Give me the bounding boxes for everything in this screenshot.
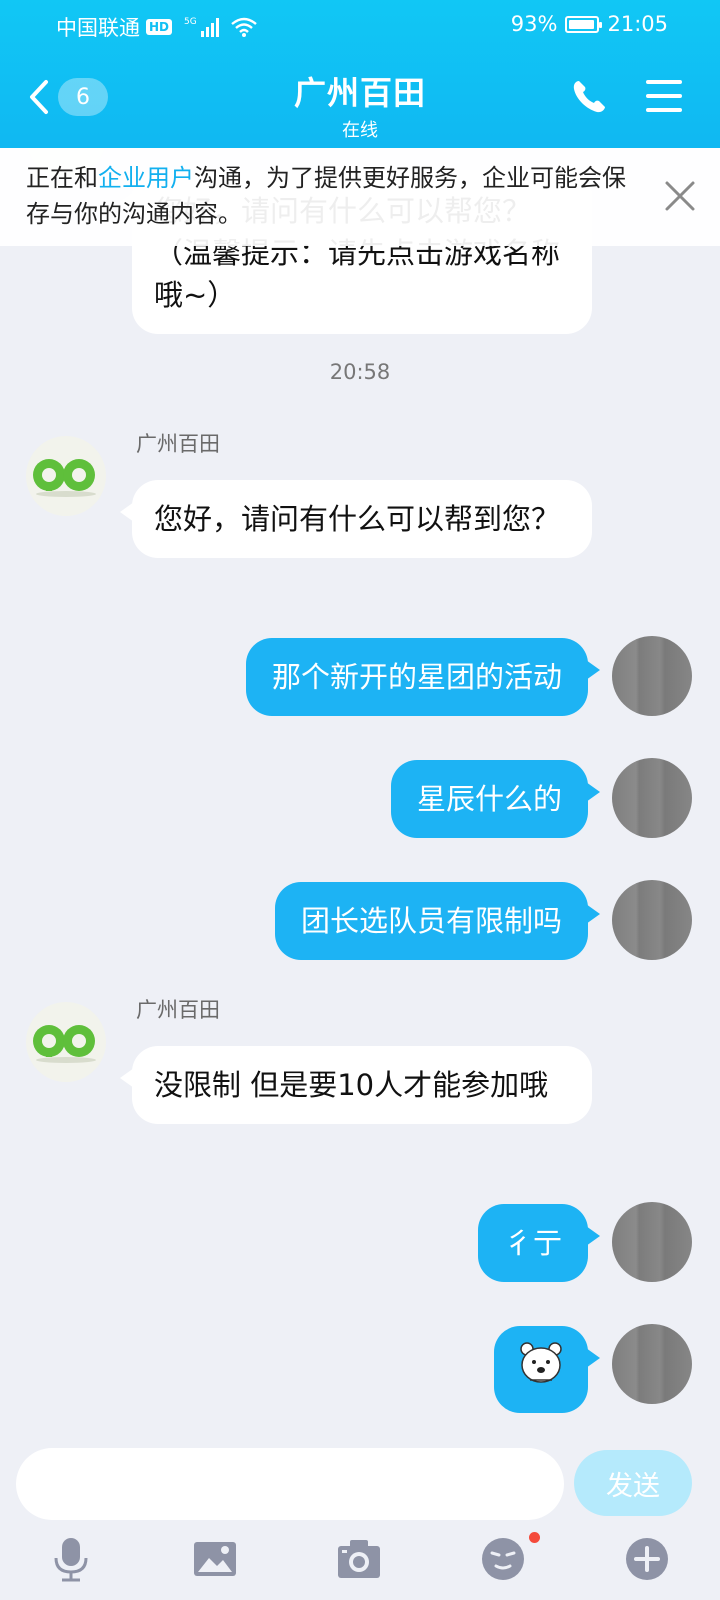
close-icon[interactable]: [662, 178, 698, 214]
message-bubble-outgoing[interactable]: [494, 1326, 600, 1413]
notice-link-enterprise[interactable]: 企业用户: [98, 164, 194, 192]
message-bubble-outgoing[interactable]: 那个新开的星团的活动: [245, 638, 601, 716]
message-bubble-outgoing[interactable]: 团长选队员有限制吗: [274, 882, 601, 960]
game-logo-icon: [33, 1025, 96, 1063]
message-text: 那个新开的星团的活动: [271, 660, 562, 694]
notification-dot: [529, 1532, 540, 1543]
avatar-incoming[interactable]: [26, 1002, 106, 1082]
status-bar: 中国联通 HD 5G 93% 21:05: [0, 0, 720, 50]
emoji-icon[interactable]: [480, 1536, 526, 1582]
signal-icon: 5G: [184, 17, 219, 37]
send-button[interactable]: 发送: [574, 1450, 692, 1516]
privacy-notice-banner: 正在和企业用户沟通，为了提供更好服务，企业可能会保存与你的沟通内容。: [0, 148, 720, 246]
menu-icon[interactable]: [646, 80, 682, 114]
wifi-icon: [230, 17, 257, 37]
network-label: 5G: [184, 17, 197, 27]
hd-badge: HD: [146, 19, 173, 35]
avatar-incoming[interactable]: [26, 436, 106, 516]
mic-icon[interactable]: [48, 1536, 94, 1582]
message-text: 星辰什么的: [416, 782, 562, 816]
carrier-label: 中国联通: [56, 16, 140, 40]
avatar-self[interactable]: [612, 1324, 692, 1404]
battery-percent: 93%: [510, 12, 558, 36]
image-icon[interactable]: [192, 1536, 238, 1582]
timestamp: 20:58: [329, 360, 391, 384]
camera-icon[interactable]: [336, 1536, 382, 1582]
game-logo-icon: [33, 459, 96, 497]
bear-sticker-icon: [520, 1342, 562, 1383]
plus-icon[interactable]: [624, 1536, 670, 1582]
message-text: 您好，请问有什么可以帮到您？: [154, 502, 561, 536]
chat-title: 广州百田: [293, 74, 426, 112]
notice-text-prefix: 正在和: [26, 164, 98, 192]
avatar-self[interactable]: [612, 758, 692, 838]
message-input[interactable]: [16, 1448, 564, 1520]
message-bubble-incoming[interactable]: 没限制 但是要10人才能参加哦: [120, 1046, 592, 1124]
phone-icon[interactable]: [570, 78, 608, 116]
input-bar: 发送: [0, 1438, 720, 1520]
bottom-toolbar: [0, 1522, 720, 1600]
sender-name: 广州百田: [136, 432, 220, 456]
message-bubble-incoming[interactable]: 您好，请问有什么可以帮到您？: [120, 480, 592, 558]
message-list[interactable]: 您好，请问有什么可以帮您？（温馨提示：请先点击游戏名称哦~） 20:58 广州百…: [0, 148, 720, 1438]
message-text: 没限制 但是要10人才能参加哦: [154, 1068, 549, 1102]
online-status: 在线: [342, 120, 378, 141]
avatar-self[interactable]: [612, 1202, 692, 1282]
chat-header: 中国联通 HD 5G 93% 21:05 6 广州百田 在线: [0, 0, 720, 148]
avatar-self[interactable]: [612, 880, 692, 960]
chat-title-area[interactable]: 广州百田 在线: [0, 68, 720, 142]
message-text: 彳亍: [503, 1226, 562, 1260]
message-bubble-outgoing[interactable]: 星辰什么的: [390, 760, 601, 838]
message-text: 团长选队员有限制吗: [300, 904, 562, 938]
sender-name: 广州百田: [136, 998, 220, 1022]
avatar-self[interactable]: [612, 636, 692, 716]
message-bubble-outgoing[interactable]: 彳亍: [477, 1204, 601, 1282]
clock: 21:05: [607, 12, 668, 36]
battery-icon: [565, 15, 603, 33]
